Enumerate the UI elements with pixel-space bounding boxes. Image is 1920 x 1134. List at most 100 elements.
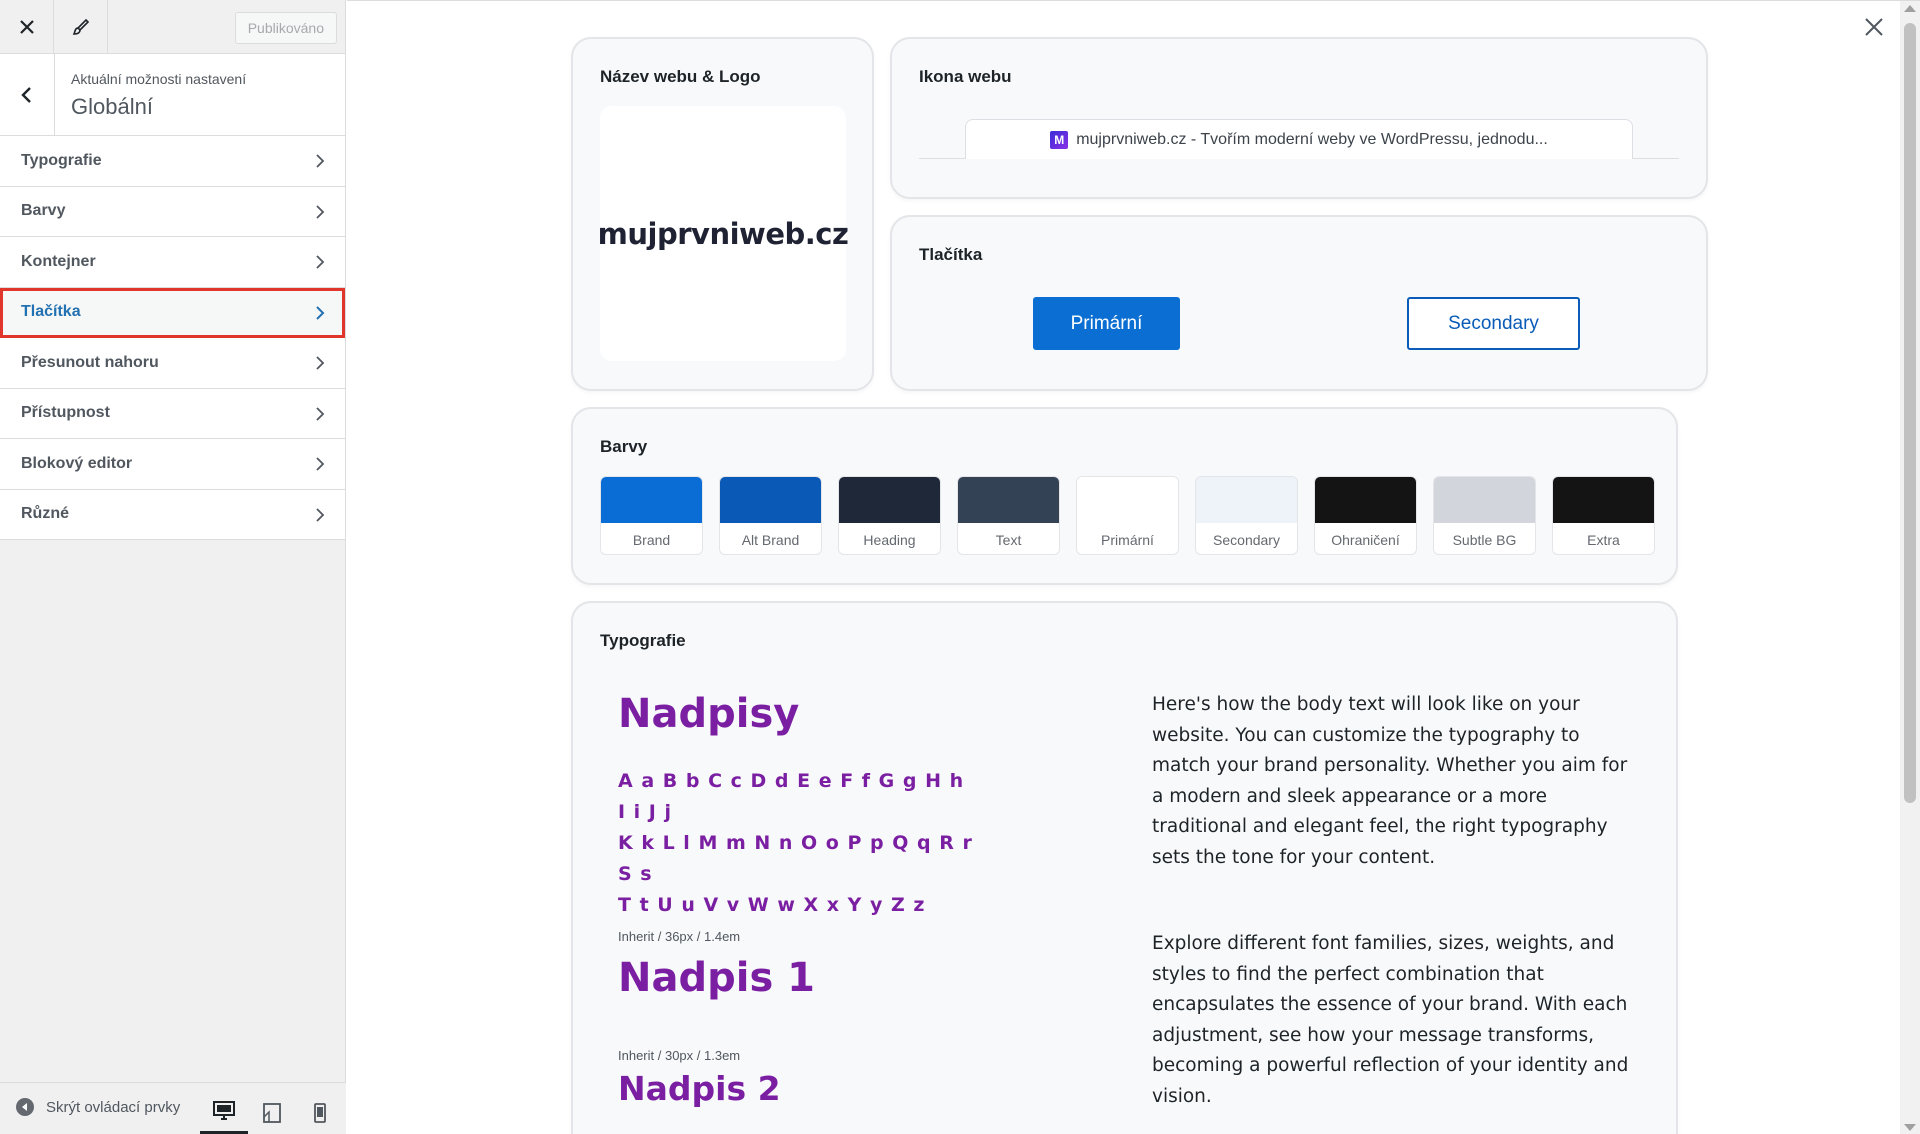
swatch-chip xyxy=(1077,477,1178,523)
color-swatch[interactable]: Brand xyxy=(600,476,703,555)
sidebar-section-header: Aktuální možnosti nastavení Globální xyxy=(0,54,345,136)
color-swatch[interactable]: Extra xyxy=(1552,476,1655,555)
close-icon xyxy=(1865,18,1883,36)
breadcrumb: Aktuální možnosti nastavení xyxy=(71,71,247,87)
body-text-paragraph: Explore different font families, sizes, … xyxy=(1152,933,1629,1107)
swatch-chip xyxy=(1196,477,1297,523)
colors-card-title: Barvy xyxy=(600,437,648,456)
h1-sample: Nadpis 1 xyxy=(618,955,816,1001)
design-button[interactable] xyxy=(54,0,108,54)
scroll-down-icon[interactable] xyxy=(1904,1124,1916,1131)
swatch-chip xyxy=(1553,477,1654,523)
swatch-label: Secondary xyxy=(1213,531,1280,548)
desktop-icon xyxy=(213,1101,235,1120)
chevron-right-icon xyxy=(316,255,325,269)
sidebar-item-typografie[interactable]: Typografie xyxy=(0,136,345,187)
customizer-sidebar: Publikováno Aktuální možnosti nastavení … xyxy=(0,0,346,1134)
primary-button-preview[interactable]: Primární xyxy=(1033,297,1180,350)
swatch-label: Heading xyxy=(863,531,916,548)
preview-scrollbar[interactable] xyxy=(1900,1,1920,1134)
buttons-card: Tlačítka Primární Secondary xyxy=(890,215,1708,391)
body-text-paragraph: Here's how the body text will look like … xyxy=(1152,694,1628,868)
sidebar-topbar: Publikováno xyxy=(0,0,345,54)
browser-tab: M mujprvniweb.cz - Tvořím moderní weby v… xyxy=(965,119,1633,159)
chevron-left-icon xyxy=(21,87,31,103)
colors-card: Barvy Brand Alt Brand Heading Text Primá… xyxy=(571,407,1678,585)
desktop-preview-button[interactable] xyxy=(200,1091,248,1134)
color-swatch[interactable]: Alt Brand xyxy=(719,476,822,555)
chevron-right-icon xyxy=(316,356,325,370)
sidebar-item-blokovy-editor[interactable]: Blokový editor xyxy=(0,439,345,490)
brush-icon xyxy=(72,18,89,35)
sidebar-item-label: Přístupnost xyxy=(21,404,110,422)
color-swatch[interactable]: Text xyxy=(957,476,1060,555)
hide-controls-button[interactable]: Skrýt ovládací prvky xyxy=(16,1098,180,1116)
scrollbar-thumb[interactable] xyxy=(1904,23,1916,803)
tablet-icon xyxy=(263,1103,281,1123)
site-icon-card: Ikona webu M mujprvniweb.cz - Tvořím mod… xyxy=(890,37,1708,199)
chevron-right-icon xyxy=(316,305,325,320)
sidebar-item-presunout-nahoru[interactable]: Přesunout nahoru xyxy=(0,338,345,389)
secondary-button-preview[interactable]: Secondary xyxy=(1407,297,1580,350)
swatch-chip xyxy=(839,477,940,523)
alphabet-line: A a B b C c D d E e F f G g H h I i J j xyxy=(618,770,965,823)
sidebar-item-ruzne[interactable]: Různé xyxy=(0,490,345,540)
sidebar-item-label: Tlačítka xyxy=(21,303,81,321)
chevron-right-icon xyxy=(316,154,325,168)
publish-button[interactable]: Publikováno xyxy=(234,12,337,44)
color-swatches: Brand Alt Brand Heading Text Primární Se… xyxy=(600,476,1655,555)
h1-meta: Inherit / 36px / 1.4em xyxy=(618,929,741,944)
sidebar-item-label: Typografie xyxy=(21,151,102,169)
swatch-chip xyxy=(1315,477,1416,523)
close-preview-button[interactable] xyxy=(1864,17,1884,42)
back-button[interactable] xyxy=(0,54,55,136)
sidebar-item-label: Barvy xyxy=(21,202,66,220)
sidebar-item-label: Přesunout nahoru xyxy=(21,353,159,371)
color-swatch[interactable]: Secondary xyxy=(1195,476,1298,555)
sidebar-item-label: Různé xyxy=(21,505,69,523)
typography-card-title: Typografie xyxy=(600,631,686,650)
buttons-card-title: Tlačítka xyxy=(919,245,983,264)
logo-card: Název webu & Logo mujprvniweb.cz xyxy=(571,37,874,391)
alphabet-sample: A a B b C c D d E e F f G g H h I i J j … xyxy=(618,766,978,921)
swatch-label: Primární xyxy=(1101,531,1154,548)
heading-sample: Nadpisy xyxy=(618,691,800,737)
mobile-preview-button[interactable] xyxy=(296,1091,344,1134)
swatch-chip xyxy=(601,477,702,523)
site-icon-card-title: Ikona webu xyxy=(919,67,1012,86)
mobile-icon xyxy=(314,1103,326,1123)
collapse-arrow-icon xyxy=(16,1098,34,1116)
logo-preview[interactable]: mujprvniweb.cz xyxy=(598,106,849,361)
h2-sample: Nadpis 2 xyxy=(618,1069,781,1108)
h2-meta: Inherit / 30px / 1.3em xyxy=(618,1048,741,1063)
alphabet-line: T t U u V v W w X x Y y Z z xyxy=(618,894,926,916)
browser-tab-mock[interactable]: M mujprvniweb.cz - Tvořím moderní weby v… xyxy=(919,119,1679,159)
tab-baseline xyxy=(1633,158,1679,159)
sidebar-item-label: Kontejner xyxy=(21,252,96,270)
tab-baseline xyxy=(919,158,965,159)
swatch-chip xyxy=(958,477,1059,523)
sidebar-item-tlacitka[interactable]: Tlačítka xyxy=(0,287,345,338)
tablet-preview-button[interactable] xyxy=(248,1091,296,1134)
swatch-label: Subtle BG xyxy=(1452,531,1517,548)
color-swatch[interactable]: Primární xyxy=(1076,476,1179,555)
scroll-up-icon[interactable] xyxy=(1904,5,1916,12)
swatch-chip xyxy=(1434,477,1535,523)
sidebar-footer: Skrýt ovládací prvky xyxy=(0,1082,346,1134)
swatch-label: Brand xyxy=(632,531,671,548)
sidebar-item-pristupnost[interactable]: Přístupnost xyxy=(0,389,345,439)
sidebar-item-kontejner[interactable]: Kontejner xyxy=(0,237,345,288)
chevron-right-icon xyxy=(316,406,325,421)
color-swatch[interactable]: Ohraničení xyxy=(1314,476,1417,555)
swatch-label: Alt Brand xyxy=(741,531,800,548)
close-icon xyxy=(19,20,34,34)
close-customizer-button[interactable] xyxy=(0,0,54,54)
color-swatch[interactable]: Heading xyxy=(838,476,941,555)
sidebar-menu: Typografie Barvy Kontejner Tlačítka Přes… xyxy=(0,136,345,540)
sidebar-item-barvy[interactable]: Barvy xyxy=(0,187,345,237)
alphabet-line: K k L l M m N n O o P p Q q R r S s xyxy=(618,832,973,885)
chevron-right-icon xyxy=(316,204,325,219)
color-swatch[interactable]: Subtle BG xyxy=(1433,476,1536,555)
hide-controls-label: Skrýt ovládací prvky xyxy=(46,1098,181,1116)
chevron-right-icon xyxy=(316,507,325,522)
